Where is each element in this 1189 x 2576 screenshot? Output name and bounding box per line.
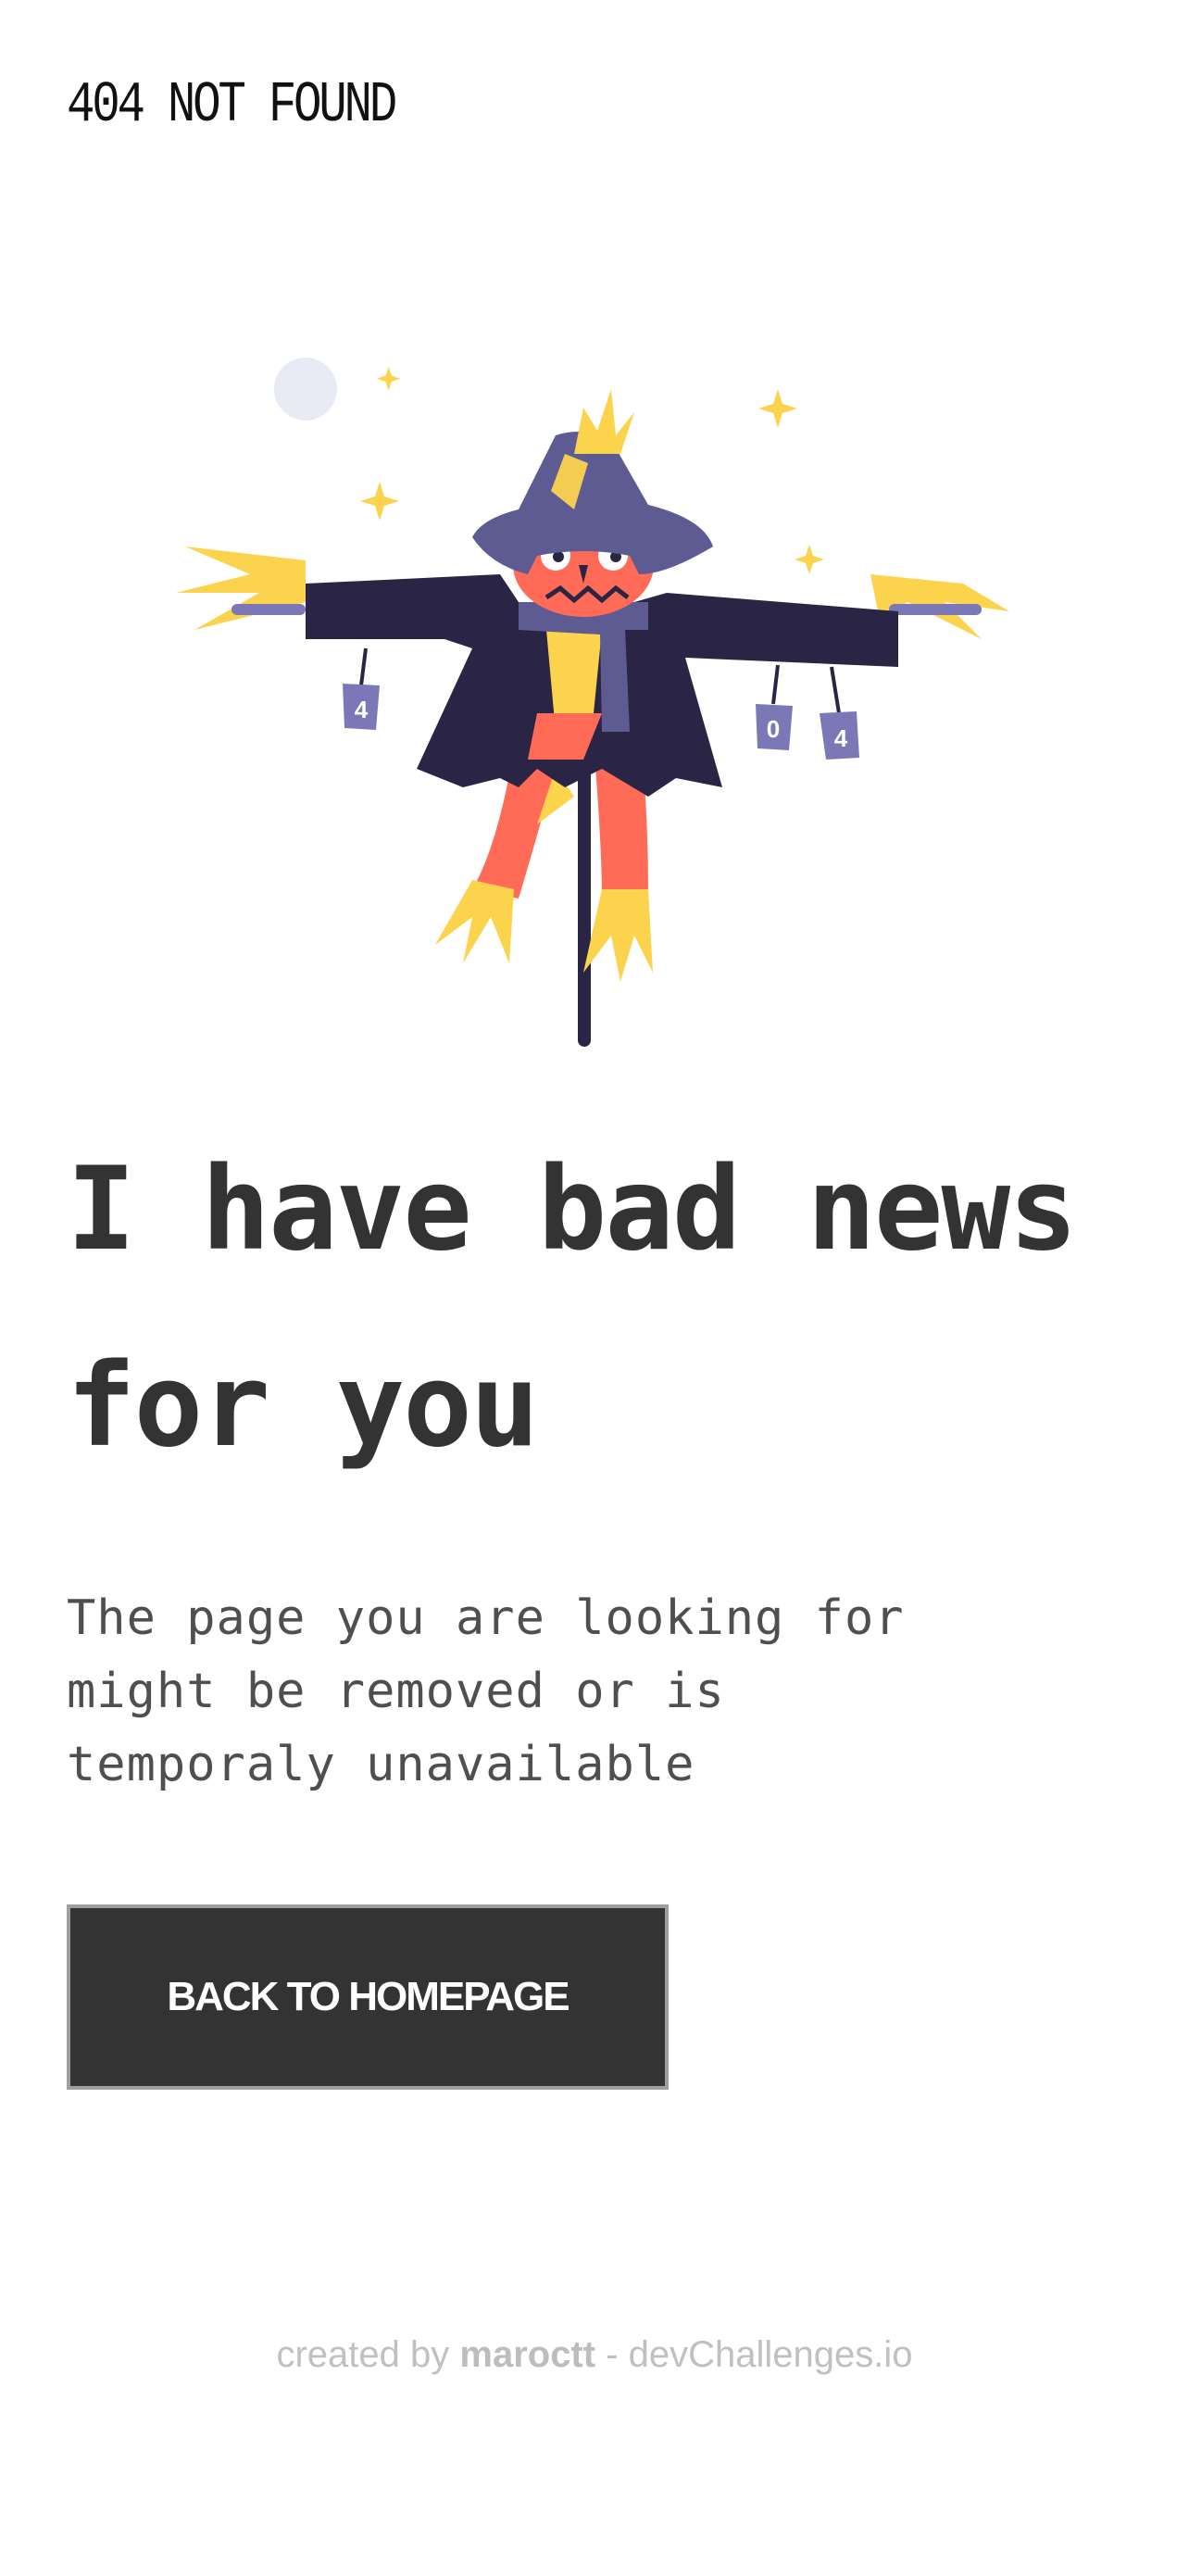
footer-separator: - bbox=[595, 2334, 629, 2375]
footer-prefix: created by bbox=[276, 2334, 460, 2375]
site-logo[interactable]: 404 NOT FOUND bbox=[67, 72, 397, 138]
moon-icon bbox=[274, 358, 337, 421]
left-straw-hand bbox=[176, 547, 306, 630]
can-0: 0 bbox=[756, 664, 793, 750]
footer-author-link[interactable]: maroctt bbox=[459, 2334, 595, 2375]
page-description: The page you are looking for might be re… bbox=[67, 1590, 905, 1792]
footer-credit: created by maroctt - devChallenges.io bbox=[0, 2334, 1189, 2376]
scarecrow-illustration: 4 0 4 bbox=[176, 358, 1009, 1047]
can-4-left: 4 bbox=[343, 647, 380, 730]
footer-site-link[interactable]: devChallenges.io bbox=[629, 2334, 913, 2375]
can-label: 4 bbox=[834, 724, 848, 752]
can-label: 4 bbox=[355, 696, 369, 723]
pole bbox=[578, 741, 591, 1047]
can-label: 0 bbox=[767, 715, 780, 743]
back-to-homepage-button[interactable]: BACK TO HOMEPAGE bbox=[67, 1904, 669, 2090]
can-4-right: 4 bbox=[820, 666, 859, 760]
page-headline: I have bad news for you bbox=[67, 1143, 1078, 1473]
